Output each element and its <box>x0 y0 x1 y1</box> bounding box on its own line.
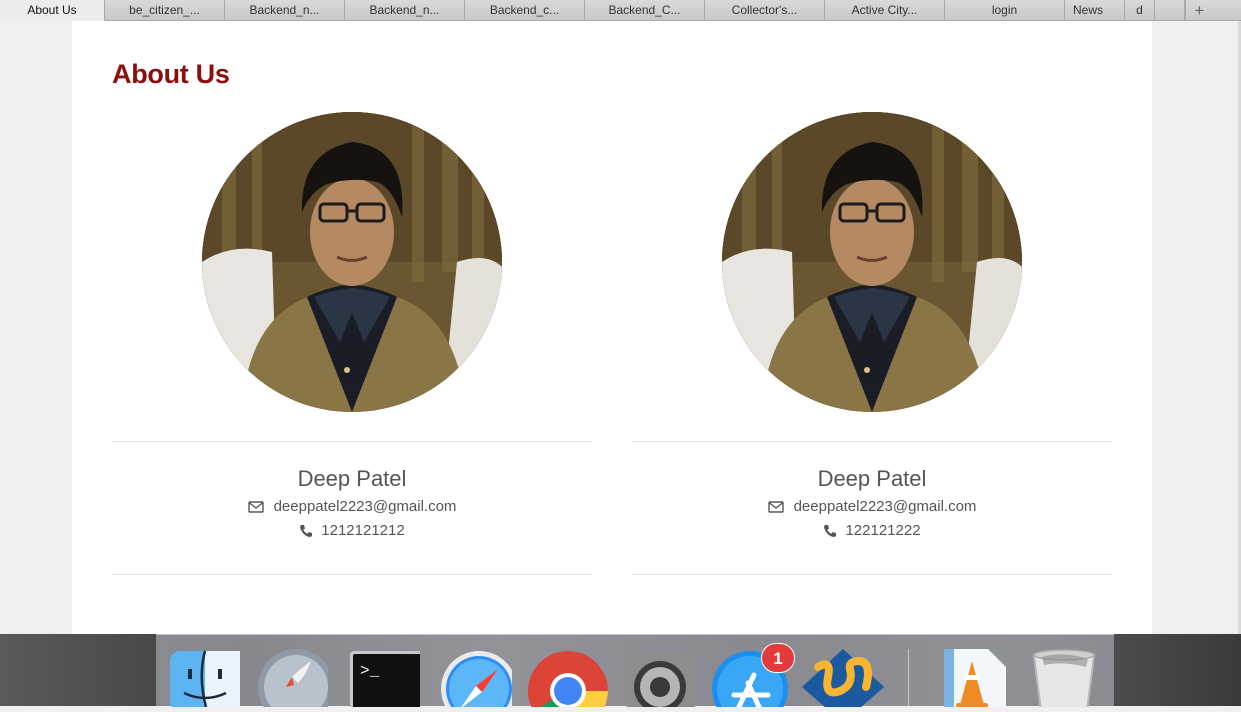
envelope-icon <box>247 499 264 515</box>
member-email-row: deeppatel2223@gmail.com <box>112 498 592 515</box>
page-title: About Us <box>112 59 230 89</box>
tab-backend-C[interactable]: Backend_C... <box>585 0 705 21</box>
tab-backend-n-2[interactable]: Backend_n... <box>345 0 465 21</box>
member-phone-row: 1212121212 <box>112 522 592 539</box>
browser-tab-bar: About Us be_citizen_... Backend_n... Bac… <box>0 0 1241 21</box>
system-preferences-icon[interactable] <box>622 647 698 712</box>
tab-about-us[interactable]: About Us <box>0 0 105 21</box>
tab-active-city[interactable]: Active City... <box>825 0 945 21</box>
new-tab-button[interactable]: + <box>1185 0 1213 21</box>
card-divider-bottom <box>112 574 592 575</box>
app-store-badge: 1 <box>761 643 795 673</box>
dock: >_ 1 <box>156 634 1114 712</box>
chrome-icon[interactable] <box>528 647 608 712</box>
svg-text:>_: >_ <box>360 662 380 680</box>
content-container: About Us Deep Patel deeppatel2223@gmail.… <box>72 21 1152 634</box>
launchpad-icon[interactable] <box>256 647 334 712</box>
member-photo <box>202 112 502 412</box>
phone-icon <box>823 524 837 538</box>
member-photo <box>722 112 1022 412</box>
card-divider-bottom <box>632 574 1112 575</box>
member-email[interactable]: deeppatel2223@gmail.com <box>794 498 977 515</box>
card-divider-top <box>112 441 592 442</box>
member-avatar <box>722 112 1022 412</box>
member-avatar <box>202 112 502 412</box>
tab-backend-n-1[interactable]: Backend_n... <box>225 0 345 21</box>
trash-icon[interactable] <box>1028 647 1100 712</box>
dock-separator <box>908 649 909 707</box>
member-email[interactable]: deeppatel2223@gmail.com <box>274 498 457 515</box>
terminal-icon[interactable]: >_ <box>348 647 424 712</box>
member-phone[interactable]: 122121222 <box>845 522 920 539</box>
tab-d[interactable]: d <box>1125 0 1155 21</box>
member-name: Deep Patel <box>817 466 927 491</box>
phone-icon <box>299 524 313 538</box>
safari-icon[interactable] <box>440 647 517 712</box>
tab-be-citizen[interactable]: be_citizen_... <box>105 0 225 21</box>
finder-icon[interactable] <box>168 647 240 711</box>
envelope-icon <box>767 499 784 515</box>
tab-collectors[interactable]: Collector's... <box>705 0 825 21</box>
tab-news[interactable]: News <box>1065 0 1125 21</box>
member-name: Deep Patel <box>297 466 407 491</box>
tab-backend-c[interactable]: Backend_c... <box>465 0 585 21</box>
tab-empty[interactable] <box>1155 0 1185 21</box>
vlc-icon[interactable] <box>936 647 1008 712</box>
filezilla-icon[interactable] <box>800 647 884 712</box>
member-email-row: deeppatel2223@gmail.com <box>632 498 1112 515</box>
member-phone-row: 122121222 <box>632 522 1112 539</box>
member-phone[interactable]: 1212121212 <box>321 522 404 539</box>
tab-login[interactable]: login <box>945 0 1065 21</box>
card-divider-top <box>632 441 1112 442</box>
